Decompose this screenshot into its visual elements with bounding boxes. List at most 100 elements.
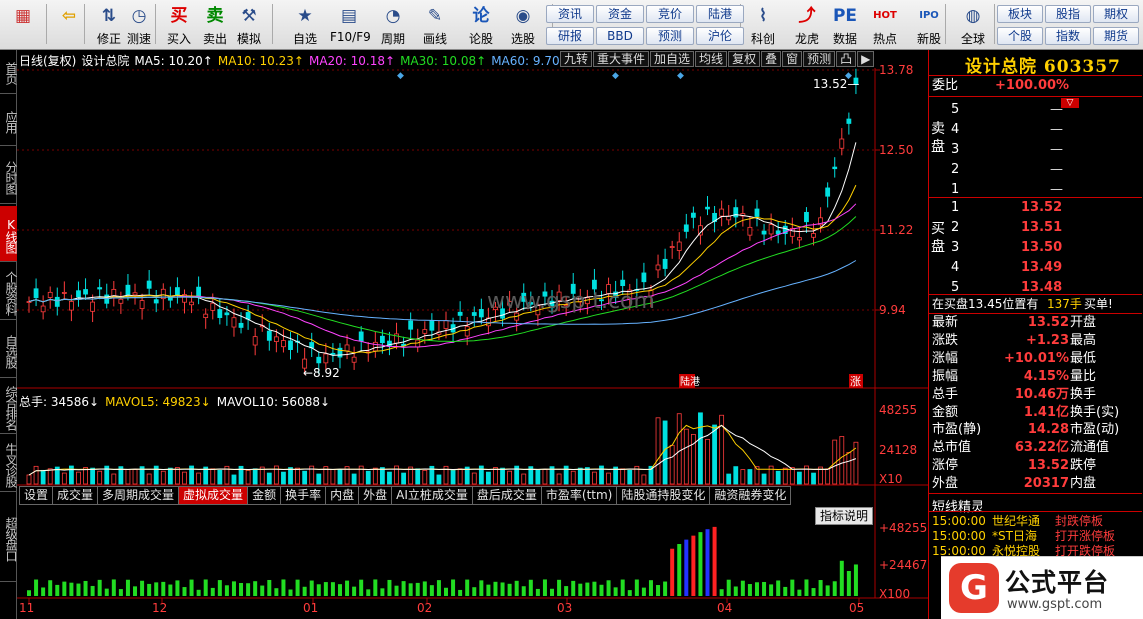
indicator-help-button[interactable]: 指标说明 xyxy=(815,507,874,525)
indicator-tab[interactable]: 融资融券变化 xyxy=(709,486,792,505)
buy-level-row[interactable]: 1 13.52 xyxy=(929,198,1139,218)
left-tab[interactable]: 超级盘口 xyxy=(0,494,18,582)
chart-tool-button[interactable]: 重大事件 xyxy=(593,51,650,67)
toolbar-buy-button[interactable]: 买买入 xyxy=(160,3,198,47)
indicator-tab[interactable]: 盘后成交量 xyxy=(471,486,542,505)
spirit-row[interactable]: 15:00:00 世纪华通 封跌停板 xyxy=(932,514,1142,529)
left-tab[interactable]: 自选股 xyxy=(0,322,18,378)
quick-link-button[interactable]: 期货 xyxy=(1093,27,1139,45)
quick-link-button[interactable]: 个股 xyxy=(997,27,1043,45)
candle-body xyxy=(139,300,145,309)
quick-link-button[interactable]: 资金 xyxy=(596,5,644,23)
indicator-tab[interactable]: AI立桩成交量 xyxy=(391,486,473,505)
indicator-tab[interactable]: 多周期成交量 xyxy=(97,486,180,505)
quick-link-button[interactable]: 竞价 xyxy=(646,5,694,23)
candle-body xyxy=(281,340,286,348)
volume-tick-label: X10 xyxy=(879,472,903,486)
quick-link-button[interactable]: 沪伦 xyxy=(696,27,744,45)
quick-link-button[interactable]: 资讯 xyxy=(546,5,594,23)
event-marker-icon[interactable]: ◆ xyxy=(677,71,684,81)
left-tab[interactable]: 应用 xyxy=(0,96,18,146)
left-tab[interactable]: K线图 xyxy=(0,206,18,262)
chart-canvas[interactable]: 13.78 12.50 11.22 9.94 13.52— ←8.92 ◆ ◆ ◆ ◆ 陆港 涨 www… xyxy=(17,50,928,619)
indicator-tab[interactable]: 外盘 xyxy=(358,486,393,505)
toolbar-sell-button[interactable]: 卖卖出 xyxy=(196,3,234,47)
left-tab[interactable]: 分时图 xyxy=(0,148,18,204)
indicator-tab[interactable]: 虚拟成交量 xyxy=(178,486,249,505)
chart-tool-button[interactable]: 复权 xyxy=(728,51,761,67)
toolbar-back-arrow-button[interactable]: ⇦ xyxy=(50,3,88,47)
toolbar-grid-button[interactable]: ▦ xyxy=(4,3,42,47)
indicator-tab[interactable]: 市盈率(ttm) xyxy=(540,486,618,505)
kline-chart-area[interactable]: 13.78 12.50 11.22 9.94 13.52— ←8.92 ◆ ◆ ◆ ◆ 陆港 涨 www… xyxy=(17,50,928,619)
indicator-tab[interactable]: 陆股通持股变化 xyxy=(616,486,711,505)
toolbar-period-button[interactable]: ◔ 周期 xyxy=(374,3,412,47)
toolbar-pen-button[interactable]: ✎ 画线 xyxy=(416,3,454,47)
volume-bar xyxy=(796,471,802,485)
candle-body xyxy=(592,279,597,290)
volume-bar xyxy=(669,444,675,485)
volume-bar xyxy=(641,474,647,485)
high-price-label: 13.52— xyxy=(813,77,859,91)
candle-body xyxy=(316,356,322,364)
sell-level-row[interactable]: 4— xyxy=(929,120,1139,140)
chart-tool-button[interactable]: 加自选 xyxy=(650,51,695,67)
indicator-bar xyxy=(133,586,138,596)
sell-level-row[interactable]: 5— xyxy=(929,100,1139,120)
indicator-tab[interactable]: 内盘 xyxy=(325,486,360,505)
buy-level-row[interactable]: 4 13.49 xyxy=(929,258,1139,278)
toolbar-hammer-button[interactable]: ⚒ 模拟 xyxy=(230,3,268,47)
event-marker-icon[interactable]: ◆ xyxy=(845,71,852,81)
chart-tool-button[interactable]: 均线 xyxy=(695,51,728,67)
spirit-row[interactable]: 15:00:00 *ST日海 打开涨停板 xyxy=(932,529,1142,544)
quick-link-button[interactable]: 板块 xyxy=(997,5,1043,23)
quick-link-button[interactable]: 研报 xyxy=(546,27,594,45)
spirit-title[interactable]: 短线精灵 xyxy=(932,496,984,515)
toolbar-talk-button[interactable]: 论论股 xyxy=(462,3,500,47)
quick-link-button[interactable]: 指数 xyxy=(1045,27,1091,45)
stock-title: 设计总院 603357 xyxy=(965,57,1121,77)
toolbar-star-button[interactable]: ★ 自选 xyxy=(286,3,324,47)
left-tab[interactable]: 牛叉诊股 xyxy=(0,436,18,492)
sell-level-row[interactable]: 2— xyxy=(929,160,1139,180)
toolbar-dragon-button[interactable]: ⤴ 龙虎 xyxy=(788,3,826,47)
indicator-tab[interactable]: 换手率 xyxy=(280,486,327,505)
quick-link-button[interactable]: 预测 xyxy=(646,27,694,45)
indicator-bar xyxy=(323,582,328,596)
toolbar-globe-button[interactable]: ◍ 全球 xyxy=(954,3,992,47)
indicator-tab[interactable]: 设置 xyxy=(19,486,54,505)
quick-link-button[interactable]: 期权 xyxy=(1093,5,1139,23)
toolbar-label: 模拟 xyxy=(236,32,261,46)
buy-level-row[interactable]: 3 13.50 xyxy=(929,238,1139,258)
toolbar-kechuang-button[interactable]: ⌇ 科创 xyxy=(744,3,782,47)
level-price: 13.52 xyxy=(1021,200,1063,215)
chart-tool-button[interactable]: 凸 xyxy=(836,51,857,67)
toolbar-f10-button[interactable]: ▤ F10/F9 xyxy=(330,3,371,47)
left-tab[interactable]: 首页 xyxy=(0,50,18,94)
chart-tool-button[interactable]: 窗 xyxy=(782,51,803,67)
toolbar-hot-button[interactable]: HOT 热点 xyxy=(866,3,904,47)
quick-link-button[interactable]: 股指 xyxy=(1045,5,1091,23)
toolbar-ipo-button[interactable]: IPO 新股 xyxy=(910,3,948,47)
sell-level-row[interactable]: 3— xyxy=(929,140,1139,160)
indicator-tab[interactable]: 成交量 xyxy=(52,486,99,505)
buy-level-row[interactable]: 2 13.51 xyxy=(929,218,1139,238)
indicator-bar xyxy=(740,580,745,596)
toolbar-clock-button[interactable]: ◷ 测速 xyxy=(120,3,158,47)
indicator-bar xyxy=(217,580,222,596)
indicator-bar xyxy=(762,581,767,596)
chart-tool-button[interactable]: 预测 xyxy=(803,51,836,67)
indicator-tab[interactable]: 金额 xyxy=(247,486,282,505)
quick-link-button[interactable]: 陆港 xyxy=(696,5,744,23)
chart-tool-button[interactable]: ▶ xyxy=(857,51,875,67)
left-tab[interactable]: 综合排名 xyxy=(0,380,18,434)
event-marker-icon[interactable]: ◆ xyxy=(397,71,404,81)
hammer-icon: ⚒ xyxy=(241,6,257,26)
toolbar-select-stock-button[interactable]: ◉ 选股 xyxy=(504,3,542,47)
left-tab[interactable]: 个股资料 xyxy=(0,264,18,320)
event-marker-icon[interactable]: ◆ xyxy=(612,71,619,81)
chart-tool-button[interactable]: 九转 xyxy=(560,51,593,67)
quick-link-button[interactable]: BBD xyxy=(596,27,644,45)
toolbar-pe-button[interactable]: PE 数据 xyxy=(826,3,864,47)
chart-tool-button[interactable]: 叠 xyxy=(761,51,782,67)
